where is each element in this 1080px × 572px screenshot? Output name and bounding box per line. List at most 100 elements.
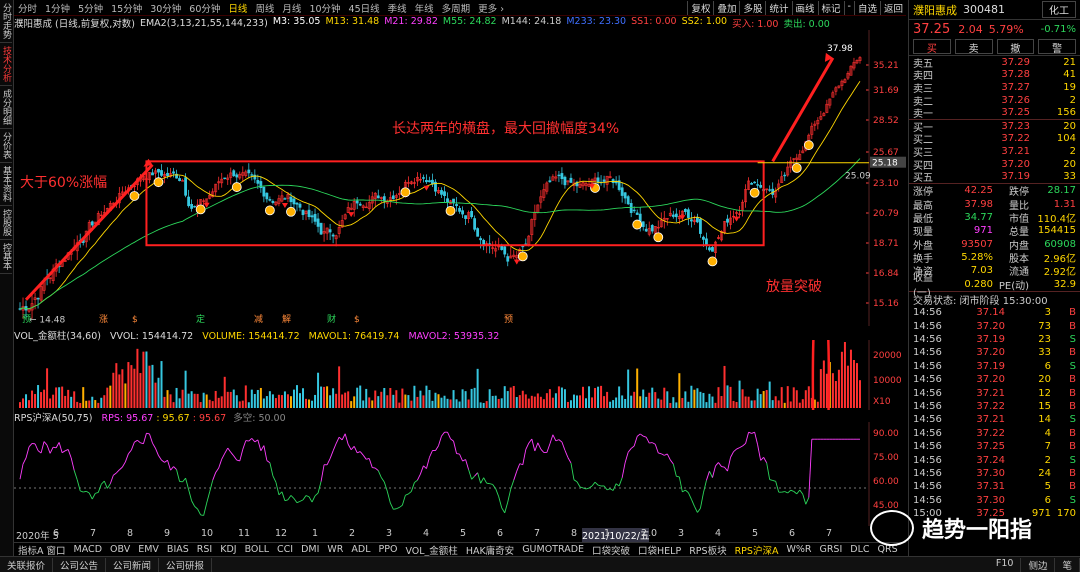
volume-bar bbox=[539, 396, 542, 408]
candle-body bbox=[160, 170, 163, 176]
status-link-0[interactable]: 关联报价 bbox=[0, 557, 54, 572]
indicator-tab-18[interactable]: RPS板块 bbox=[685, 543, 730, 557]
action-button-0[interactable]: 买 bbox=[913, 39, 951, 55]
toolbar-button-2[interactable]: 多股 bbox=[739, 0, 765, 15]
timeframe-7[interactable]: 周线 bbox=[251, 1, 278, 15]
sector-name[interactable]: 化工 bbox=[1042, 1, 1076, 18]
sidebar-tab-2[interactable]: 成分明细 bbox=[0, 86, 12, 129]
indicator-tab-21[interactable]: GRSI bbox=[815, 544, 846, 555]
indicator-tab-5[interactable]: RSI bbox=[193, 544, 216, 555]
status-right-0[interactable]: F10 bbox=[989, 557, 1022, 572]
volume-bar bbox=[392, 394, 395, 408]
toolbar-button-4[interactable]: 画线 bbox=[791, 0, 818, 15]
indicator-tab-7[interactable]: BOLL bbox=[241, 544, 273, 555]
rps-segment bbox=[269, 462, 274, 476]
sidebar-tab-3[interactable]: 分价表 bbox=[0, 129, 12, 163]
timeframe-6[interactable]: 日线 bbox=[224, 1, 251, 15]
indicator-tab-16[interactable]: 口袋突破 bbox=[588, 543, 634, 557]
indicator-tab-22[interactable]: DLC bbox=[846, 544, 873, 555]
tick-row: 14:56 37.20 20 B bbox=[909, 373, 1080, 386]
indicator-tab-11[interactable]: ADL bbox=[347, 544, 374, 555]
indicator-tab-17[interactable]: 口袋HELP bbox=[634, 543, 685, 557]
volume-chart[interactable]: 20000 10000 X10 bbox=[14, 340, 906, 410]
candle-body bbox=[557, 174, 561, 177]
status-link-2[interactable]: 公司新闻 bbox=[106, 557, 160, 572]
timeframe-14[interactable]: 更多 › bbox=[474, 1, 508, 15]
volume-bar bbox=[666, 391, 669, 408]
toolbar-button-0[interactable]: 复权 bbox=[687, 0, 713, 15]
rps-segment bbox=[386, 491, 391, 504]
status-right-1[interactable]: 侧边 bbox=[1021, 557, 1056, 572]
toolbar-button-5[interactable]: 标记 bbox=[817, 0, 844, 15]
indicator-tab-14[interactable]: HAK庸奇安 bbox=[462, 543, 518, 557]
volume-bar bbox=[58, 387, 61, 408]
action-button-1[interactable]: 卖 bbox=[954, 39, 993, 55]
date-label-23: 5 bbox=[752, 528, 759, 539]
sidebar-tab-6[interactable]: 控基本 bbox=[0, 240, 12, 274]
timeframe-11[interactable]: 季线 bbox=[384, 1, 411, 15]
timeframe-3[interactable]: 15分钟 bbox=[107, 1, 146, 15]
stat-row: 涨停 42.25 跌停 28.17 bbox=[909, 184, 1080, 198]
tick-time: 14:56 bbox=[913, 400, 942, 412]
sidebar-tab-1[interactable]: 技术分析 bbox=[0, 43, 12, 86]
status-link-1[interactable]: 公司公告 bbox=[53, 557, 107, 572]
volume-bar bbox=[837, 369, 840, 408]
toolbar-button-3[interactable]: 统计 bbox=[765, 0, 791, 15]
rps-chart[interactable]: 90.0075.0060.0045.00 bbox=[14, 422, 906, 526]
sidebar-tab-5[interactable]: 控股股 bbox=[0, 206, 12, 240]
timeframe-1[interactable]: 1分钟 bbox=[41, 1, 74, 15]
stat-value: 93507 bbox=[961, 238, 993, 250]
sidebar-tab-0[interactable]: 分时走势 bbox=[0, 0, 12, 43]
timeframe-2[interactable]: 5分钟 bbox=[74, 1, 107, 15]
action-button-3[interactable]: 警 bbox=[1038, 39, 1076, 55]
toolbar-button-7[interactable]: 自选 bbox=[853, 0, 880, 15]
volume-bar bbox=[76, 401, 79, 408]
indicator-tab-13[interactable]: VOL_金额柱 bbox=[401, 543, 461, 557]
indicator-tab-19[interactable]: RPS沪深A bbox=[731, 543, 783, 557]
stat-value: 32.9 bbox=[1053, 278, 1076, 290]
indicator-tab-10[interactable]: WR bbox=[323, 544, 347, 555]
indicator-tab-0[interactable]: 指标A 窗口 bbox=[14, 543, 70, 557]
sidebar-tab-4[interactable]: 基本资料 bbox=[0, 163, 12, 206]
volume-bar bbox=[262, 398, 265, 408]
volume-bar bbox=[232, 389, 235, 408]
timeframe-9[interactable]: 10分钟 bbox=[305, 1, 344, 15]
volume-bar bbox=[407, 395, 410, 408]
tick-row: 14:56 37.21 14 S bbox=[909, 413, 1080, 426]
indicator-tab-24[interactable]: 更多 › bbox=[902, 543, 907, 557]
volume-bar bbox=[606, 391, 609, 408]
stat-value: 5.28% bbox=[961, 252, 993, 264]
indicator-value-9: 卖出: 0.00 bbox=[783, 19, 830, 30]
timeframe-5[interactable]: 60分钟 bbox=[185, 1, 224, 15]
tick-price: 37.21 bbox=[976, 414, 1005, 426]
timeframe-13[interactable]: 多周期 bbox=[438, 1, 475, 15]
status-link-3[interactable]: 公司研报 bbox=[159, 557, 213, 572]
timeframe-12[interactable]: 年线 bbox=[411, 1, 438, 15]
indicator-tab-4[interactable]: BIAS bbox=[163, 544, 193, 555]
indicator-tab-15[interactable]: GUMOTRADE bbox=[518, 544, 588, 555]
indicator-tab-1[interactable]: MACD bbox=[70, 544, 106, 555]
indicator-tab-9[interactable]: DMI bbox=[297, 544, 323, 555]
tick-side: S bbox=[1069, 334, 1076, 346]
toolbar-button-8[interactable]: 返回 bbox=[879, 0, 906, 15]
toolbar-button-1[interactable]: 叠加 bbox=[713, 0, 739, 15]
indicator-tab-6[interactable]: KDJ bbox=[216, 544, 240, 555]
timeframe-10[interactable]: 45日线 bbox=[345, 1, 384, 15]
rps-segment bbox=[682, 489, 686, 493]
indicator-tab-3[interactable]: EMV bbox=[134, 544, 163, 555]
rps-segment bbox=[576, 481, 581, 488]
indicator-tab-20[interactable]: W%R bbox=[782, 544, 815, 555]
indicator-tab-8[interactable]: CCI bbox=[273, 544, 297, 555]
indicator-tab-12[interactable]: PPO bbox=[375, 544, 402, 555]
rps-segment bbox=[366, 458, 370, 460]
timeframe-8[interactable]: 月线 bbox=[278, 1, 305, 15]
volume-bar bbox=[545, 393, 548, 408]
volume-bar bbox=[726, 385, 729, 408]
indicator-tab-2[interactable]: OBV bbox=[106, 544, 134, 555]
timeframe-0[interactable]: 分时 bbox=[14, 1, 41, 15]
toolbar-button-6[interactable]: - bbox=[843, 0, 854, 15]
status-right-2[interactable]: 笔 bbox=[1055, 557, 1080, 572]
tick-volume: 73 bbox=[1038, 320, 1051, 332]
action-button-2[interactable]: 撤 bbox=[996, 39, 1035, 55]
timeframe-4[interactable]: 30分钟 bbox=[146, 1, 185, 15]
